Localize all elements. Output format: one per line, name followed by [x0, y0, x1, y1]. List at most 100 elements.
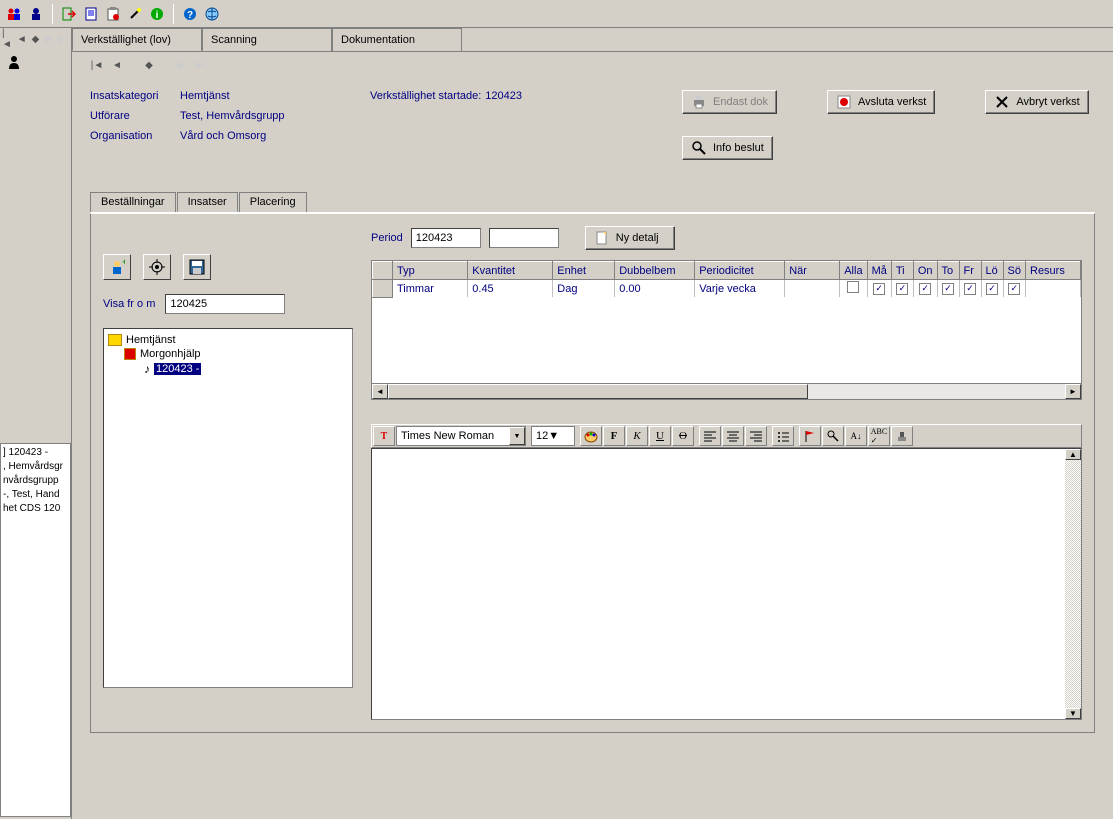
col-ma[interactable]: Må [867, 262, 891, 280]
person-icon[interactable] [26, 4, 46, 24]
col-ti[interactable]: Ti [891, 262, 913, 280]
text-editor[interactable]: ▲ ▼ [371, 448, 1082, 720]
spellcheck-icon[interactable]: ABC✓ [868, 426, 890, 446]
tab-scanning[interactable]: Scanning [202, 28, 332, 51]
cell-dubbelbem[interactable]: 0.00 [615, 280, 695, 298]
left-list[interactable]: ] 120423 - , Hemvårdsgr nvårdsgrupp -, T… [0, 443, 71, 818]
info-beslut-button[interactable]: Info beslut [682, 136, 773, 160]
cell-resurs[interactable] [1026, 280, 1081, 298]
col-on[interactable]: On [913, 262, 937, 280]
col-alla[interactable]: Alla [840, 262, 867, 280]
ny-detalj-button[interactable]: Ny detalj [585, 226, 675, 250]
world-icon[interactable] [202, 4, 222, 24]
chevron-down-icon[interactable]: ▼ [509, 427, 525, 445]
tab-verkstallighet[interactable]: Verkställighet (lov) [72, 28, 202, 51]
checkbox-alla[interactable] [847, 281, 859, 293]
font-size-select[interactable]: 12 ▼ [531, 426, 575, 446]
scroll-thumb[interactable] [388, 384, 808, 399]
bold-button[interactable]: F [603, 426, 625, 446]
checkbox-to[interactable]: ✓ [942, 283, 954, 295]
save-button[interactable] [183, 254, 211, 280]
tree-view[interactable]: Hemtjänst Morgonhjälp ♪ 120423 - [103, 328, 353, 688]
checkbox-ti[interactable]: ✓ [896, 283, 908, 295]
underline-button[interactable]: U [649, 426, 671, 446]
clipboard-icon[interactable] [103, 4, 123, 24]
cell-kvantitet[interactable]: 0.45 [468, 280, 553, 298]
checkbox-ma[interactable]: ✓ [873, 283, 885, 295]
col-kvantitet[interactable]: Kvantitet [468, 262, 553, 280]
checkbox-lo[interactable]: ✓ [986, 283, 998, 295]
record-next-icon[interactable]: ▶ [174, 58, 188, 72]
align-left-icon[interactable] [699, 426, 721, 446]
col-periodicitet[interactable]: Periodicitet [695, 262, 785, 280]
col-dubbelbem[interactable]: Dubbelbem [615, 262, 695, 280]
checkbox-on[interactable]: ✓ [919, 283, 931, 295]
nav-last-icon[interactable]: ▶| [57, 32, 69, 46]
list-item[interactable]: , Hemvårdsgr [3, 460, 68, 474]
record-prev-icon[interactable]: ◄ [110, 58, 124, 72]
strikethrough-button[interactable]: Ө [672, 426, 694, 446]
font-select[interactable]: Times New Roman ▼ [396, 426, 526, 446]
tab-bestallningar[interactable]: Beställningar [90, 192, 176, 212]
list-item[interactable]: nvårdsgrupp [3, 474, 68, 488]
chevron-down-icon[interactable]: ▼ [548, 430, 559, 442]
record-first-icon[interactable]: |◄ [90, 58, 104, 72]
grid-row[interactable]: Timmar 0.45 Dag 0.00 Varje vecka ✓ ✓ [373, 280, 1081, 298]
col-enhet[interactable]: Enhet [553, 262, 615, 280]
bullet-list-icon[interactable] [772, 426, 794, 446]
period-to-input[interactable] [489, 228, 559, 248]
editor-vscrollbar[interactable]: ▲ ▼ [1065, 449, 1081, 719]
tab-dokumentation[interactable]: Dokumentation [332, 28, 462, 51]
nav-diamond-icon[interactable]: ◆ [30, 32, 42, 46]
stamp-icon[interactable] [891, 426, 913, 446]
cell-typ[interactable]: Timmar [393, 280, 468, 298]
col-fr[interactable]: Fr [959, 262, 981, 280]
nav-prev-icon[interactable]: ◄ [16, 32, 28, 46]
tree-root[interactable]: Hemtjänst [126, 334, 176, 346]
col-typ[interactable]: Typ [393, 262, 468, 280]
grid-hscrollbar[interactable]: ◄ ► [372, 383, 1081, 399]
flag-icon[interactable] [799, 426, 821, 446]
color-palette-icon[interactable] [580, 426, 602, 446]
grid-corner[interactable] [373, 262, 393, 280]
cell-periodicitet[interactable]: Varje vecka [695, 280, 785, 298]
find-icon[interactable] [822, 426, 844, 446]
scroll-left-icon[interactable]: ◄ [372, 384, 388, 399]
col-resurs[interactable]: Resurs [1026, 262, 1081, 280]
tree-leaf-selected[interactable]: 120423 - [154, 363, 201, 375]
period-from-input[interactable] [411, 228, 481, 248]
record-diamond-icon[interactable]: ◆ [142, 58, 156, 72]
info-icon[interactable]: i [147, 4, 167, 24]
checkbox-so[interactable]: ✓ [1008, 283, 1020, 295]
col-nar[interactable]: När [785, 262, 840, 280]
list-item[interactable]: het CDS 120 [3, 502, 68, 516]
col-so[interactable]: Sö [1003, 262, 1025, 280]
nav-first-icon[interactable]: |◄ [2, 32, 14, 46]
list-item[interactable]: ] 120423 - [3, 446, 68, 460]
endast-dok-button[interactable]: Endast dok [682, 90, 777, 114]
col-lo[interactable]: Lö [981, 262, 1003, 280]
list-item[interactable]: -, Test, Hand [3, 488, 68, 502]
scroll-up-icon[interactable]: ▲ [1065, 449, 1081, 460]
col-to[interactable]: To [937, 262, 959, 280]
user-silhouette-icon[interactable] [4, 52, 24, 72]
checkbox-fr[interactable]: ✓ [964, 283, 976, 295]
cell-nar[interactable] [785, 280, 840, 298]
italic-button[interactable]: K [626, 426, 648, 446]
record-last-icon[interactable]: ▶| [194, 58, 208, 72]
help-icon[interactable]: ? [180, 4, 200, 24]
wand-icon[interactable] [125, 4, 145, 24]
scroll-down-icon[interactable]: ▼ [1065, 708, 1081, 719]
row-header[interactable] [373, 280, 393, 298]
scroll-right-icon[interactable]: ► [1065, 384, 1081, 399]
settings-button[interactable] [143, 254, 171, 280]
people-icon[interactable] [4, 4, 24, 24]
exit-icon[interactable] [59, 4, 79, 24]
tab-placering[interactable]: Placering [239, 192, 307, 212]
align-center-icon[interactable] [722, 426, 744, 446]
tab-insatser[interactable]: Insatser [177, 192, 238, 212]
font-type-icon[interactable]: Ƭ [373, 426, 395, 446]
avsluta-verkst-button[interactable]: Avsluta verkst [827, 90, 935, 114]
nav-next-icon[interactable]: ▶ [43, 32, 55, 46]
cell-enhet[interactable]: Dag [553, 280, 615, 298]
